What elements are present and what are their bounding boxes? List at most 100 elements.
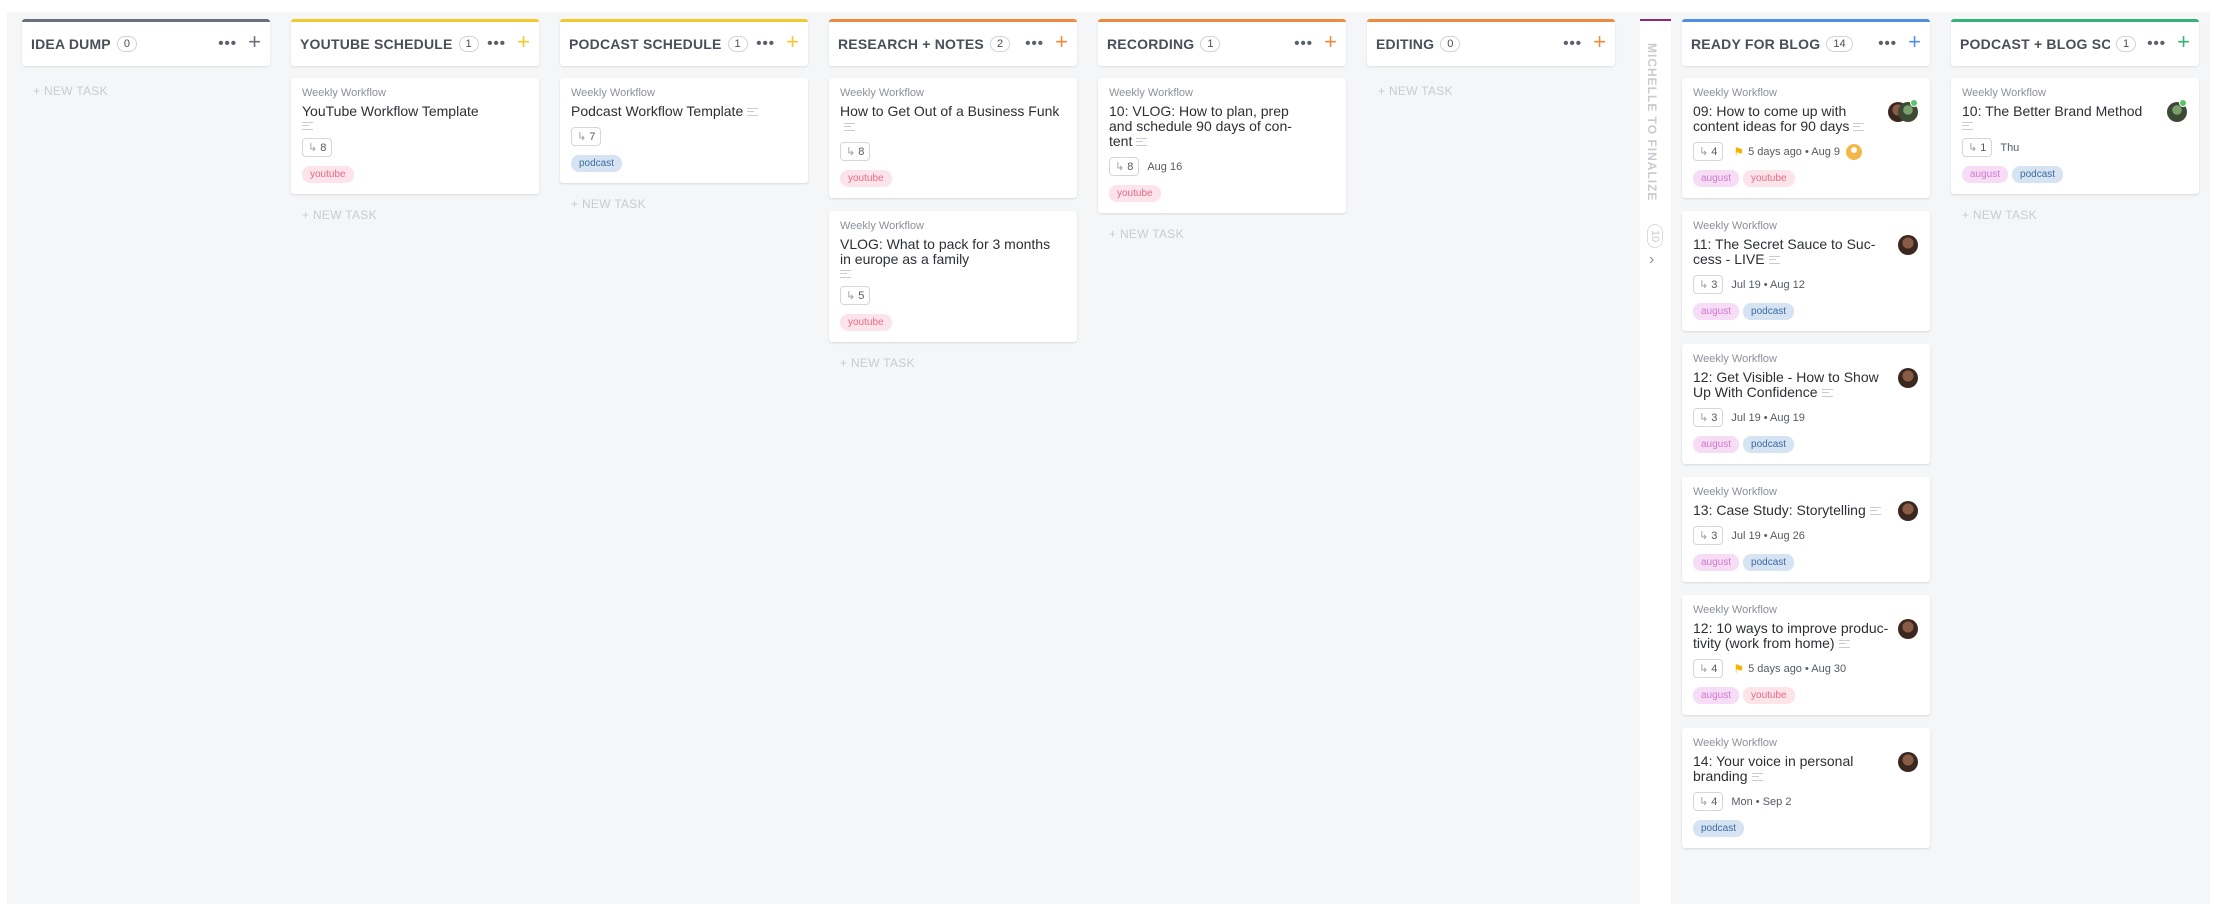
expand-chevron-icon[interactable]: › <box>1649 251 1654 269</box>
assignee-avatar[interactable] <box>1898 752 1918 772</box>
subtask-count[interactable]: ↳ 3 <box>1693 526 1724 545</box>
task-title[interactable]: 11: The Secret Sauce to Suc-cess - LIVE <box>1693 237 1891 267</box>
tag-august[interactable]: august <box>1693 687 1740 704</box>
due-date[interactable]: Jul 19 • Aug 12 <box>1731 279 1805 291</box>
new-task-button[interactable]: + NEW TASK <box>302 208 539 222</box>
add-task-icon[interactable]: + <box>1593 31 1606 53</box>
column-header[interactable]: PODCAST + BLOG SC... 1 ••• + <box>1951 19 2199 66</box>
tag-podcast[interactable]: podcast <box>571 155 623 172</box>
tag-youtube[interactable]: youtube <box>840 170 892 187</box>
tag-podcast[interactable]: podcast <box>1743 436 1795 453</box>
column-header[interactable]: EDITING 0 ••• + <box>1367 19 1615 66</box>
add-task-icon[interactable]: + <box>2177 31 2190 53</box>
tag-august[interactable]: august <box>1693 436 1740 453</box>
priority-flag-icon[interactable]: ⚑ <box>1733 145 1744 159</box>
task-card[interactable]: Weekly Workflow VLOG: What to pack for 3… <box>829 211 1077 342</box>
more-options-icon[interactable]: ••• <box>756 35 775 52</box>
more-options-icon[interactable]: ••• <box>1025 35 1044 52</box>
tag-august[interactable]: august <box>1693 170 1740 187</box>
task-card[interactable]: Weekly Workflow 10: The Better Brand Met… <box>1951 78 2199 194</box>
assignee-avatar[interactable] <box>1898 235 1918 255</box>
assignee-avatar[interactable] <box>2167 99 2187 122</box>
column-header[interactable]: READY FOR BLOG 14 ••• + <box>1682 19 1930 66</box>
new-task-button[interactable]: + NEW TASK <box>1378 84 1615 98</box>
task-card[interactable]: Weekly Workflow 09: How to come up with … <box>1682 78 1930 198</box>
task-card[interactable]: Weekly Workflow Podcast Workflow Templat… <box>560 78 808 183</box>
priority-flag-icon[interactable]: ⚑ <box>1733 662 1744 676</box>
assignee-avatar[interactable] <box>1898 99 1918 122</box>
task-title[interactable]: YouTube Workflow Template <box>302 104 524 130</box>
task-card[interactable]: Weekly Workflow 12: Get Visible - How to… <box>1682 344 1930 464</box>
add-task-icon[interactable]: + <box>1324 31 1337 53</box>
due-date[interactable]: 5 days ago • Aug 9 <box>1748 146 1840 158</box>
watcher-icon[interactable] <box>1846 143 1863 160</box>
new-task-button[interactable]: + NEW TASK <box>1109 227 1346 241</box>
task-card[interactable]: Weekly Workflow 11: The Secret Sauce to … <box>1682 211 1930 331</box>
subtask-count[interactable]: ↳ 7 <box>571 127 602 146</box>
task-title[interactable]: 13: Case Study: Storytelling <box>1693 503 1891 518</box>
assignee-avatar[interactable] <box>1898 501 1918 521</box>
add-task-icon[interactable]: + <box>248 31 261 53</box>
assignee-avatar[interactable] <box>1898 368 1918 388</box>
task-card[interactable]: Weekly Workflow How to Get Out of a Busi… <box>829 78 1077 198</box>
task-title[interactable]: Podcast Workflow Template <box>571 104 793 119</box>
tag-august[interactable]: august <box>1693 303 1740 320</box>
column-header[interactable]: RESEARCH + NOTES 2 ••• + <box>829 19 1077 66</box>
more-options-icon[interactable]: ••• <box>487 35 506 52</box>
tag-august[interactable]: august <box>1962 166 2009 183</box>
task-title[interactable]: 12: Get Visible - How to Show Up With Co… <box>1693 370 1891 400</box>
subtask-count[interactable]: ↳ 8 <box>840 142 871 161</box>
new-task-button[interactable]: + NEW TASK <box>1962 208 2199 222</box>
task-title[interactable]: 12: 10 ways to improve produc-tivity (wo… <box>1693 621 1891 651</box>
more-options-icon[interactable]: ••• <box>1294 35 1313 52</box>
subtask-count[interactable]: ↳ 4 <box>1693 792 1724 811</box>
task-title[interactable]: How to Get Out of a Business Funk <box>840 104 1062 134</box>
task-title[interactable]: VLOG: What to pack for 3 months in europ… <box>840 237 1062 278</box>
tag-podcast[interactable]: podcast <box>1743 303 1795 320</box>
subtask-count[interactable]: ↳ 8 <box>302 138 333 157</box>
due-date[interactable]: Jul 19 • Aug 26 <box>1731 530 1805 542</box>
task-card[interactable]: Weekly Workflow 10: VLOG: How to plan, p… <box>1098 78 1346 213</box>
column-header[interactable]: PODCAST SCHEDULE 1 ••• + <box>560 19 808 66</box>
subtask-count[interactable]: ↳ 8 <box>1109 157 1140 176</box>
more-options-icon[interactable]: ••• <box>1563 35 1582 52</box>
subtask-count[interactable]: ↳ 1 <box>1962 138 1993 157</box>
new-task-button[interactable]: + NEW TASK <box>33 84 270 98</box>
tag-august[interactable]: august <box>1693 554 1740 571</box>
tag-podcast[interactable]: podcast <box>2012 166 2064 183</box>
due-date[interactable]: Mon • Sep 2 <box>1731 796 1791 808</box>
tag-youtube[interactable]: youtube <box>1743 170 1795 187</box>
task-title[interactable]: 10: The Better Brand Method <box>1962 104 2160 130</box>
more-options-icon[interactable]: ••• <box>2147 35 2166 52</box>
new-task-button[interactable]: + NEW TASK <box>571 197 808 211</box>
add-task-icon[interactable]: + <box>517 31 530 53</box>
task-title[interactable]: 09: How to come up with content ideas fo… <box>1693 104 1891 134</box>
due-date[interactable]: Jul 19 • Aug 19 <box>1731 412 1805 424</box>
subtask-count[interactable]: ↳ 4 <box>1693 659 1724 678</box>
subtask-count[interactable]: ↳ 4 <box>1693 142 1724 161</box>
column-header[interactable]: YOUTUBE SCHEDULE 1 ••• + <box>291 19 539 66</box>
task-title[interactable]: 14: Your voice in personal branding <box>1693 754 1891 784</box>
more-options-icon[interactable]: ••• <box>218 35 237 52</box>
task-title[interactable]: 10: VLOG: How to plan, prep and schedule… <box>1109 104 1307 149</box>
collapsed-column-michelle-to-finalize[interactable]: MICHELLE TO FINALIZE 10 › <box>1640 19 1671 904</box>
column-header[interactable]: IDEA DUMP 0 ••• + <box>22 19 270 66</box>
tag-youtube[interactable]: youtube <box>302 166 354 183</box>
add-task-icon[interactable]: + <box>1908 31 1921 53</box>
more-options-icon[interactable]: ••• <box>1878 35 1897 52</box>
column-header[interactable]: RECORDING 1 ••• + <box>1098 19 1346 66</box>
subtask-count[interactable]: ↳ 3 <box>1693 275 1724 294</box>
task-card[interactable]: Weekly Workflow 14: Your voice in person… <box>1682 728 1930 848</box>
task-card[interactable]: Weekly Workflow 12: 10 ways to improve p… <box>1682 595 1930 715</box>
task-card[interactable]: Weekly Workflow 13: Case Study: Storytel… <box>1682 477 1930 582</box>
tag-youtube[interactable]: youtube <box>1109 185 1161 202</box>
tag-youtube[interactable]: youtube <box>1743 687 1795 704</box>
due-date[interactable]: 5 days ago • Aug 30 <box>1748 663 1846 675</box>
assignee-avatar[interactable] <box>1898 619 1918 639</box>
due-date[interactable]: Thu <box>2000 142 2019 154</box>
tag-youtube[interactable]: youtube <box>840 314 892 331</box>
tag-podcast[interactable]: podcast <box>1693 820 1745 837</box>
tag-podcast[interactable]: podcast <box>1743 554 1795 571</box>
subtask-count[interactable]: ↳ 5 <box>840 286 871 305</box>
task-card[interactable]: Weekly Workflow YouTube Workflow Templat… <box>291 78 539 194</box>
